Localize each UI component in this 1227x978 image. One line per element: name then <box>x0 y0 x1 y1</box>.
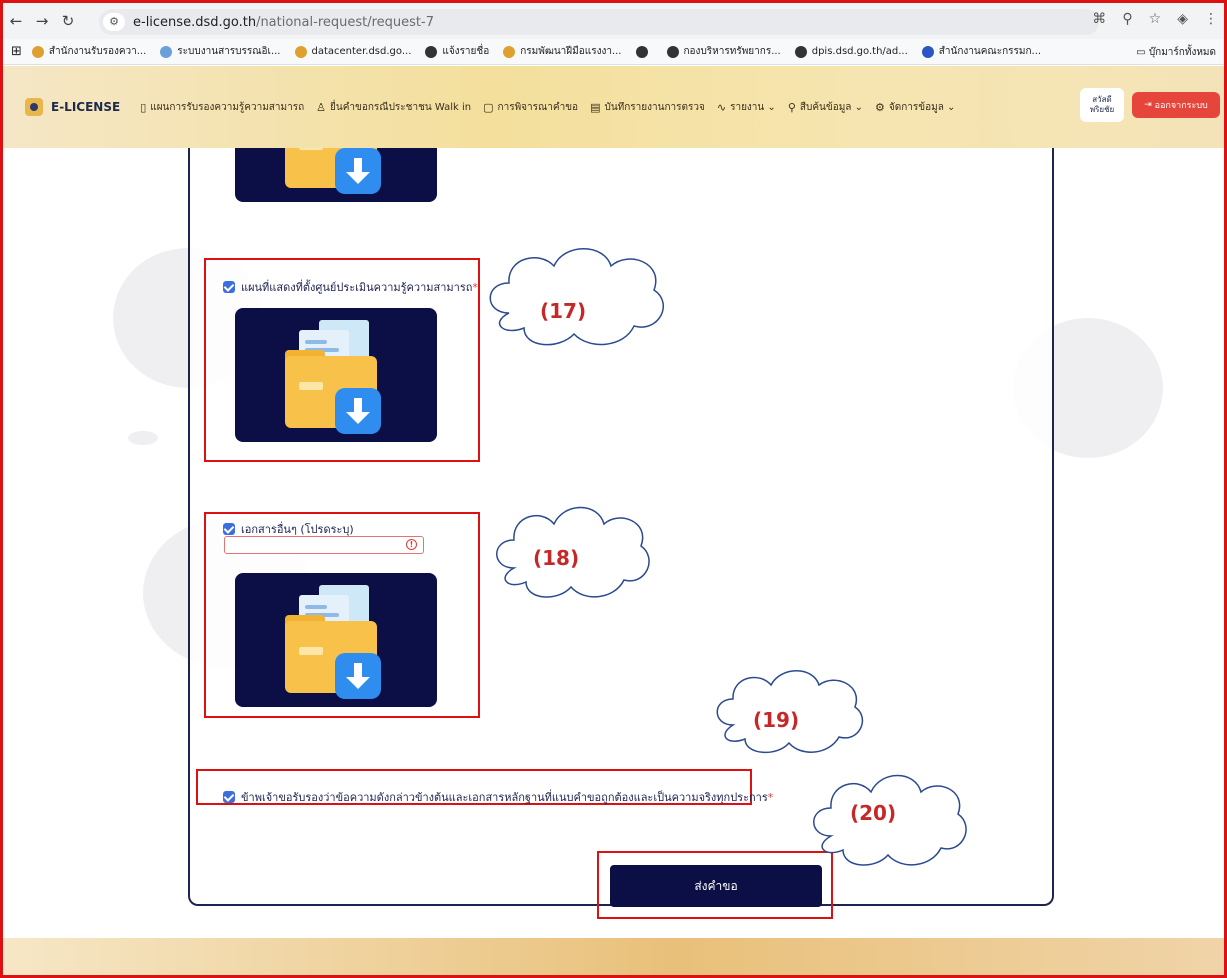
bookmark-item[interactable] <box>635 45 653 58</box>
bookmark-icon <box>503 45 516 58</box>
bookmark-item[interactable]: สำนักงานรับรองควา... <box>31 44 146 59</box>
checkbox-checked[interactable] <box>223 523 235 535</box>
menu-plan[interactable]: ▯ แผนการรับรองความรู้ความสามารถ <box>140 100 304 115</box>
required-mark: * <box>767 790 774 804</box>
annotation-cloud-17 <box>489 248 664 346</box>
zoom-icon[interactable]: ⚲ <box>1122 11 1132 27</box>
download-icon <box>335 388 381 434</box>
globe-icon <box>794 45 807 58</box>
search-icon: ⚲ <box>787 100 796 114</box>
forward-icon[interactable]: → <box>29 12 55 30</box>
extension-icon[interactable]: ◈ <box>1177 11 1188 27</box>
logout-button[interactable]: ⇥ ออกจากระบบ <box>1132 92 1220 118</box>
bookmark-icon <box>31 45 44 58</box>
other-docs-upload-image[interactable] <box>235 573 437 707</box>
bookmarks-bar: ⊞ สำนักงานรับรองควา... ระบบงานสารบรรณอิเ… <box>3 39 1224 65</box>
annotation-label-18: (18) <box>533 546 580 570</box>
bookmark-item[interactable]: dpis.dsd.go.th/ad... <box>794 45 908 58</box>
user-greeting[interactable]: สวัสดี พริยชัย <box>1080 88 1124 122</box>
star-icon[interactable]: ☆ <box>1149 11 1162 27</box>
annotation-label-20: (20) <box>850 801 897 825</box>
globe-icon <box>425 45 438 58</box>
menu-review[interactable]: ▢ การพิจารณาคำขอ <box>483 100 578 115</box>
footer-band <box>3 938 1224 975</box>
url-host: e-license.dsd.go.th <box>133 14 257 30</box>
bookmark-item[interactable]: แจ้งรายชื่อ <box>425 44 489 59</box>
confirm-label: ข้าพเจ้าขอรับรองว่าข้อความดังกล่าวข้างต้… <box>241 791 768 804</box>
document-icon: ▤ <box>590 100 601 114</box>
book-icon: ▯ <box>140 100 147 114</box>
bookmark-item[interactable]: ระบบงานสารบรรณอิเ... <box>160 44 281 59</box>
checkbox-checked[interactable] <box>223 791 235 803</box>
globe-icon <box>635 45 648 58</box>
bookmark-icon <box>160 45 173 58</box>
download-icon <box>335 148 381 194</box>
user-plus-icon: ♙ <box>316 100 327 114</box>
apps-icon[interactable]: ⊞ <box>11 44 22 59</box>
clipboard-icon: ▢ <box>483 100 494 114</box>
bookmark-item[interactable]: กรมพัฒนาฝีมือแรงงา... <box>503 44 622 59</box>
url-path: /national-request/request-7 <box>256 14 434 30</box>
back-icon[interactable]: ← <box>3 12 29 30</box>
menu-search[interactable]: ⚲ สืบค้นข้อมูล ⌄ <box>788 100 863 115</box>
map-label: แผนที่แสดงที่ตั้งศูนย์ประเมินความรู้ความ… <box>241 281 473 294</box>
logo-icon <box>25 98 43 116</box>
browser-toolbar: ← → ↻ ⚙ e-license.dsd.go.th /national-re… <box>3 3 1224 39</box>
annotation-label-19: (19) <box>753 708 800 732</box>
bookmark-item[interactable]: กองบริหารทรัพยากร... <box>666 44 781 59</box>
bookmark-icon <box>921 45 934 58</box>
address-bar[interactable]: ⚙ e-license.dsd.go.th /national-request/… <box>99 9 1099 35</box>
annotation-label-17: (17) <box>540 299 587 323</box>
translate-icon[interactable]: ⌘ <box>1092 11 1106 27</box>
error-icon: ! <box>406 539 417 550</box>
menu-reports[interactable]: ∿ รายงาน ⌄ <box>717 100 776 115</box>
app-header: E-LICENSE ▯ แผนการรับรองความรู้ความสามารถ… <box>3 66 1224 148</box>
bookmark-icon <box>294 45 307 58</box>
bookmark-item[interactable]: datacenter.dsd.go... <box>294 45 411 58</box>
background-decoration <box>128 431 158 445</box>
main-content: แผนที่แสดงที่ตั้งศูนย์ประเมินความรู้ความ… <box>3 148 1224 938</box>
bookmark-item[interactable]: สำนักงานคณะกรรมก... <box>921 44 1041 59</box>
activity-icon: ∿ <box>716 100 727 114</box>
menu-manage-data[interactable]: ⚙ จัดการข้อมูล ⌄ <box>875 100 955 115</box>
all-bookmarks[interactable]: ▭ บุ๊กมาร์กทั้งหมด <box>1136 45 1216 60</box>
map-checkbox-row[interactable]: แผนที่แสดงที่ตั้งศูนย์ประเมินความรู้ความ… <box>223 278 478 296</box>
folder-icon: ▭ <box>1136 47 1149 58</box>
download-icon <box>335 653 381 699</box>
globe-icon <box>666 45 679 58</box>
menu-icon[interactable]: ⋮ <box>1204 11 1218 27</box>
confirm-checkbox-row[interactable]: ข้าพเจ้าขอรับรองว่าข้อความดังกล่าวข้างต้… <box>223 788 773 806</box>
map-upload-image[interactable] <box>235 308 437 442</box>
checkbox-checked[interactable] <box>223 281 235 293</box>
logo[interactable]: E-LICENSE <box>25 98 120 116</box>
reload-icon[interactable]: ↻ <box>55 12 81 30</box>
submit-button[interactable]: ส่งคำขอ <box>610 865 822 907</box>
upload-image-prev[interactable] <box>235 148 437 202</box>
required-mark: * <box>472 280 478 294</box>
other-docs-input[interactable] <box>224 536 424 554</box>
logout-icon: ⇥ <box>1144 100 1155 110</box>
menu-inspection-report[interactable]: ▤ บันทึกรายงานการตรวจ <box>590 100 705 115</box>
site-info-icon[interactable]: ⚙ <box>103 13 125 31</box>
menu-walk-in[interactable]: ♙ ยื่นคำขอกรณีประชาชน Walk in <box>316 100 471 115</box>
gear-icon: ⚙ <box>875 100 885 114</box>
